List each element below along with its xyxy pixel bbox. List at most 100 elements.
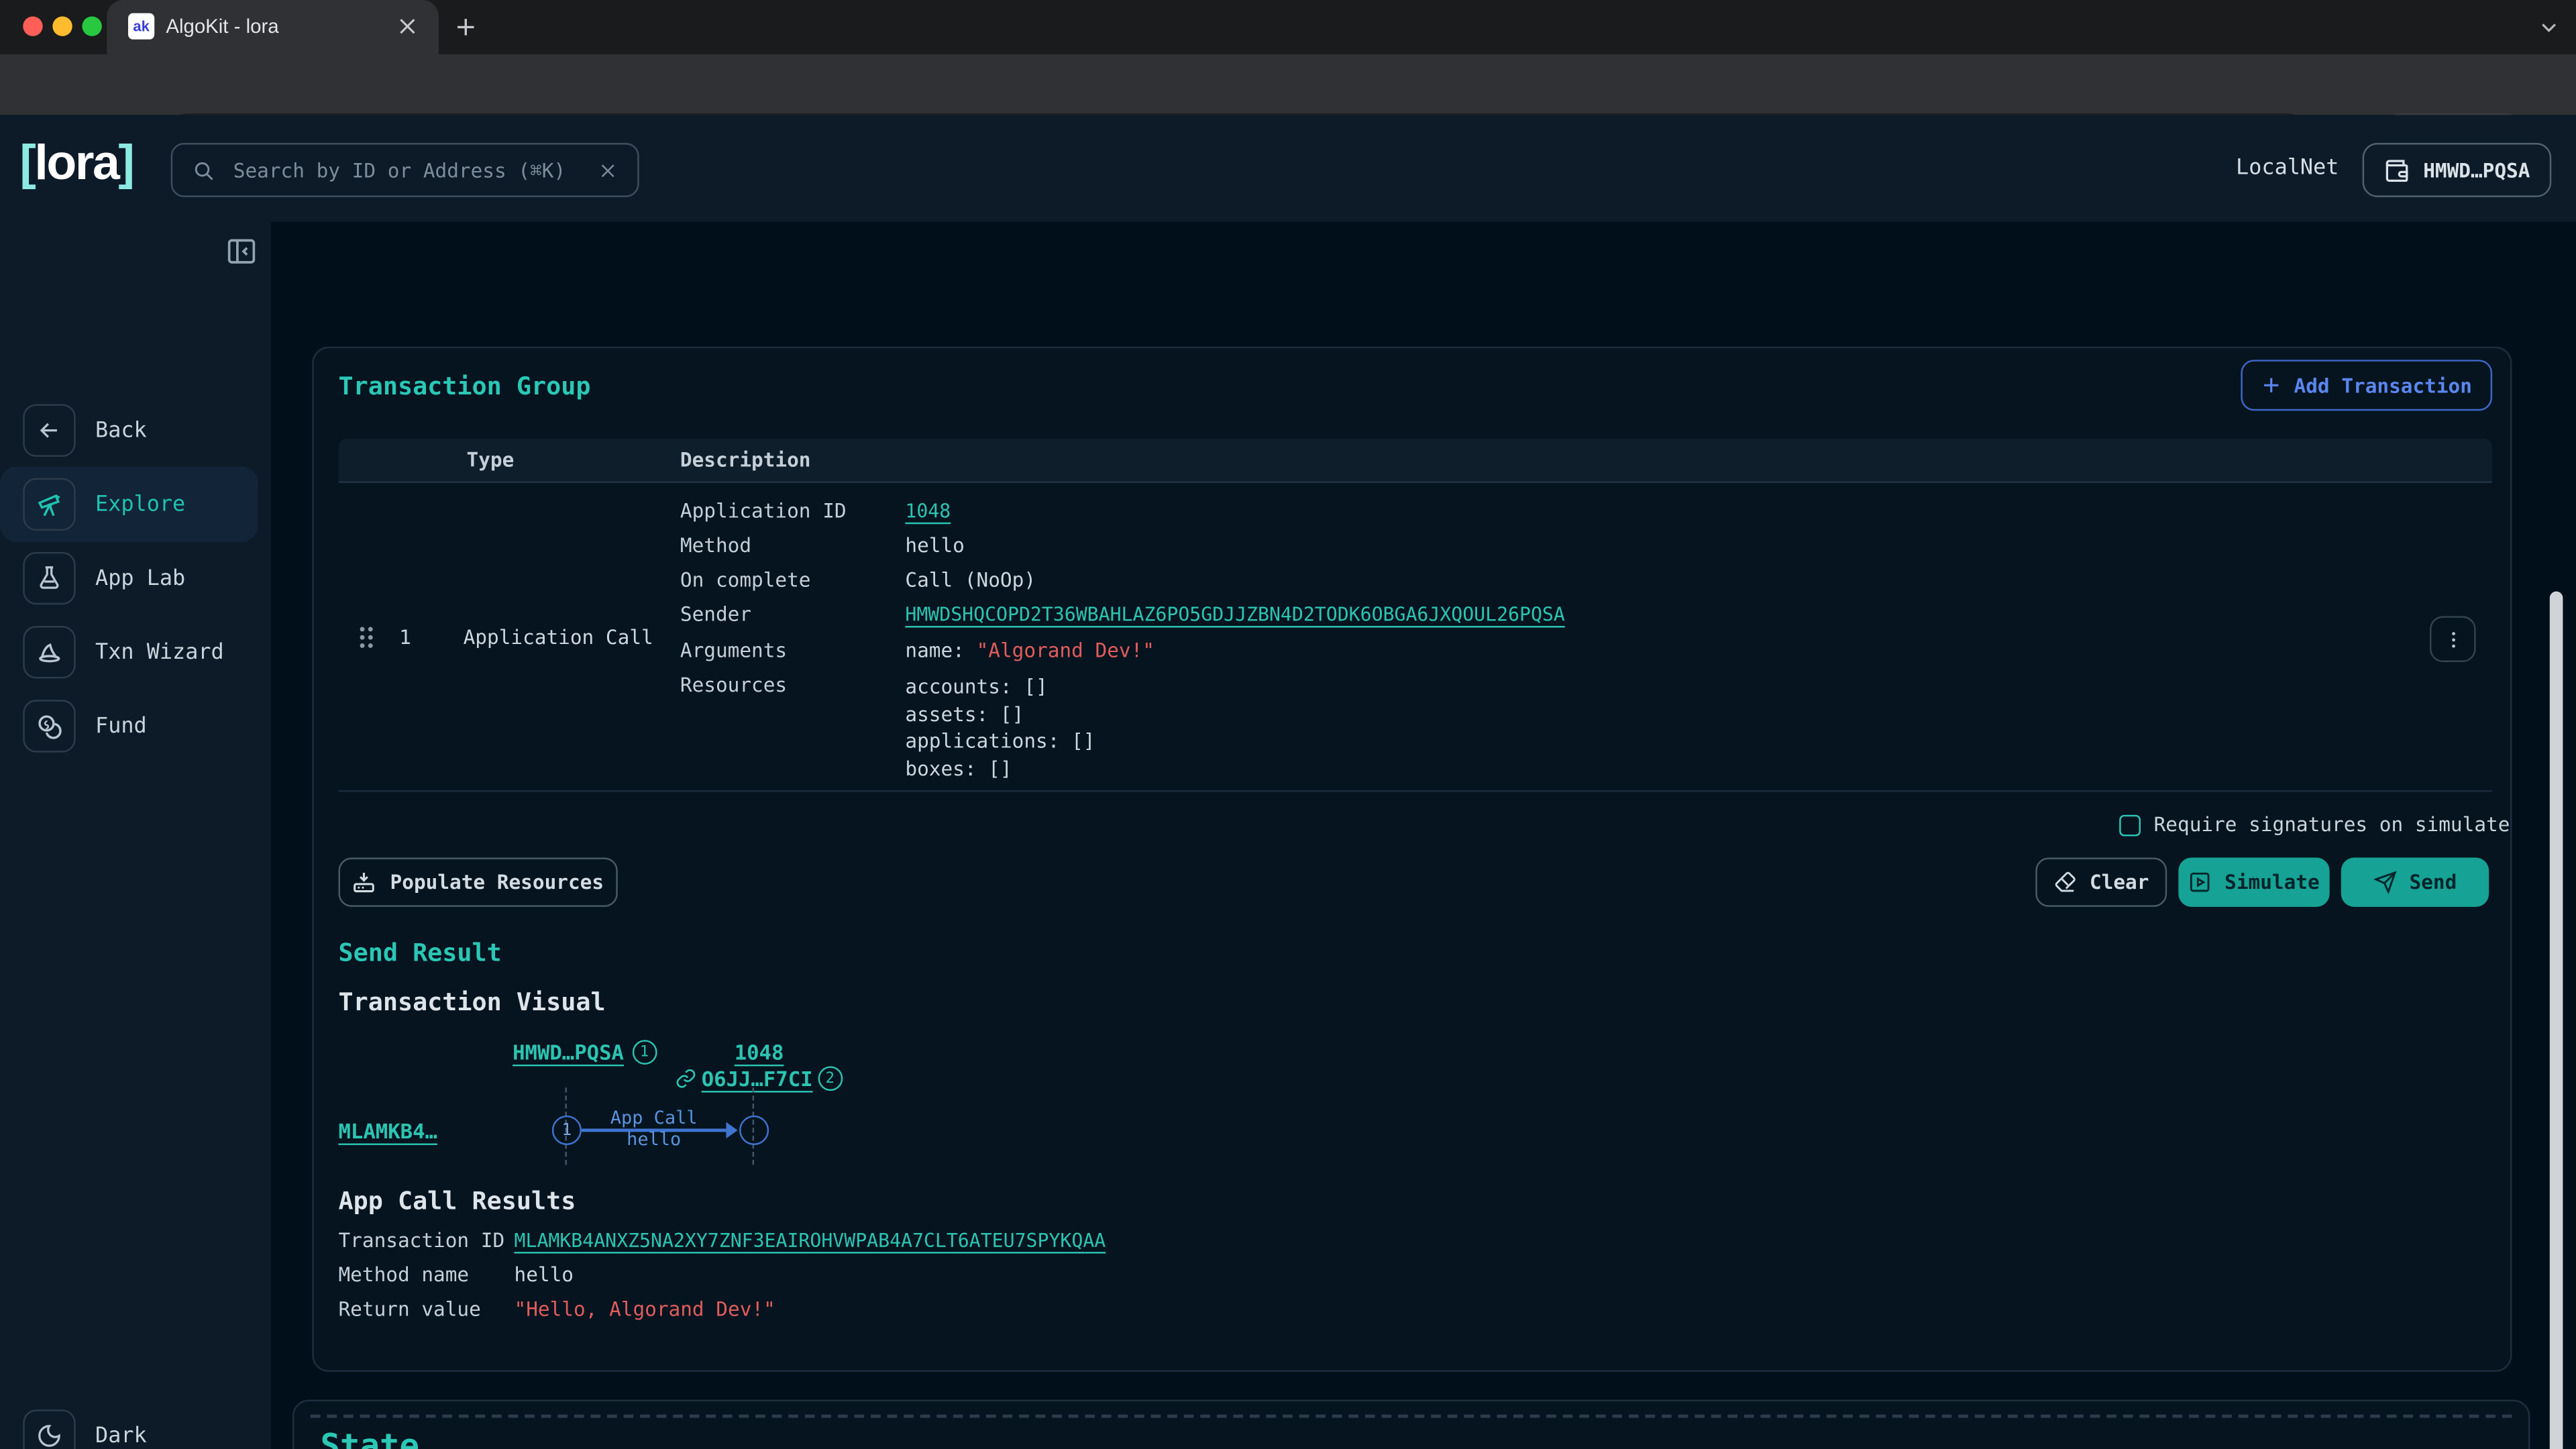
field-label: On complete bbox=[680, 568, 811, 591]
sidebar-item-label: Explore bbox=[95, 492, 185, 517]
field-label: Sender bbox=[680, 603, 751, 626]
sidebar-item-txn-wizard[interactable]: Txn Wizard bbox=[0, 614, 271, 690]
search-icon bbox=[193, 158, 215, 181]
flask-icon bbox=[23, 552, 75, 604]
search-box[interactable] bbox=[171, 143, 639, 197]
browser-tab[interactable]: ak AlgoKit - lora bbox=[107, 0, 439, 54]
field-label: Resources bbox=[680, 674, 787, 696]
sidebar-item-label: Back bbox=[95, 418, 147, 443]
tab-close-icon[interactable] bbox=[396, 15, 419, 38]
field-label: Arguments bbox=[680, 639, 787, 662]
clear-button[interactable]: Clear bbox=[2035, 857, 2167, 906]
lora-logo[interactable]: [lora] bbox=[19, 136, 133, 192]
send-button[interactable]: Send bbox=[2341, 857, 2489, 906]
wallet-address: HMWD…PQSA bbox=[2423, 158, 2530, 181]
state-dashed-divider bbox=[311, 1415, 2512, 1418]
sidebar-item-explore[interactable]: Explore bbox=[0, 467, 258, 543]
window-zoom-button[interactable] bbox=[82, 16, 101, 36]
sidebar: Back Explore App Lab Txn Wizard bbox=[0, 222, 271, 1449]
page-scrollbar-thumb[interactable] bbox=[2550, 592, 2563, 1449]
require-signatures-checkbox[interactable] bbox=[2119, 814, 2141, 835]
result-transaction-id-link[interactable]: MLAMKB4ANXZ5NA2XY7ZNF3EAIROHVWPAB4A7CLT6… bbox=[515, 1229, 1106, 1252]
search-clear-icon[interactable] bbox=[598, 160, 617, 180]
result-label: Return value bbox=[338, 1298, 480, 1321]
row-type: Application Call bbox=[464, 626, 653, 649]
field-label: Method bbox=[680, 534, 751, 557]
column-header-type: Type bbox=[467, 449, 515, 472]
moon-icon bbox=[23, 1409, 75, 1449]
state-card: State Global Box Key Type Value bbox=[292, 1400, 2530, 1449]
add-transaction-button[interactable]: Add Transaction bbox=[2241, 360, 2492, 411]
sidebar-collapse-icon[interactable] bbox=[225, 235, 258, 268]
row-divider bbox=[338, 790, 2492, 792]
visual-from-account[interactable]: HMWD…PQSA 1 bbox=[513, 1040, 657, 1065]
row-index: 1 bbox=[399, 626, 411, 649]
table-header: Type Description bbox=[338, 439, 2492, 483]
send-result-title: Send Result bbox=[338, 938, 501, 967]
visual-group-link-row[interactable]: O6JJ…F7CI 2 bbox=[676, 1066, 843, 1091]
result-return-value: "Hello, Algorand Dev!" bbox=[515, 1298, 775, 1321]
titlebar: ak AlgoKit - lora bbox=[0, 0, 2576, 54]
resources-value: accounts: [] assets: [] applications: []… bbox=[905, 674, 1095, 782]
new-tab-button[interactable] bbox=[453, 15, 478, 40]
tab-title: AlgoKit - lora bbox=[166, 15, 278, 38]
eraser-icon bbox=[2053, 871, 2076, 894]
from-account-link[interactable]: HMWD…PQSA bbox=[513, 1040, 624, 1065]
result-label: Transaction ID bbox=[338, 1229, 504, 1252]
result-method-name: hello bbox=[515, 1263, 574, 1286]
group-txn-link[interactable]: O6JJ…F7CI bbox=[702, 1066, 813, 1091]
arrow-left-icon bbox=[23, 404, 75, 456]
window-close-button[interactable] bbox=[23, 16, 42, 36]
sender-address-link[interactable]: HMWDSHQCOPD2T36WBAHLAZ6PO5GDJJZBN4D2TODK… bbox=[905, 603, 1564, 626]
populate-resources-button[interactable]: Populate Resources bbox=[338, 857, 617, 906]
sidebar-item-fund[interactable]: Fund bbox=[0, 688, 271, 764]
state-title: State bbox=[321, 1426, 419, 1449]
app-content: [lora] LocalNet HMWD…PQSA bbox=[0, 115, 2576, 1449]
sidebar-item-label: Txn Wizard bbox=[95, 640, 224, 665]
require-signatures-row: Require signatures on simulate bbox=[2119, 813, 2510, 836]
result-label: Method name bbox=[338, 1263, 469, 1286]
visual-app-id-link[interactable]: 1048 bbox=[735, 1040, 784, 1065]
from-account-badge: 1 bbox=[632, 1040, 657, 1065]
tab-search-chevron-icon[interactable] bbox=[2538, 16, 2560, 38]
wallet-button[interactable]: HMWD…PQSA bbox=[2363, 143, 2552, 197]
column-header-description: Description bbox=[680, 449, 811, 472]
telescope-icon bbox=[23, 478, 75, 531]
arguments-value: name: "Algorand Dev!" bbox=[905, 639, 1155, 662]
field-label: Application ID bbox=[680, 499, 847, 522]
graph-target-node[interactable] bbox=[739, 1116, 769, 1145]
search-input[interactable] bbox=[230, 157, 584, 183]
sidebar-item-label: Dark bbox=[95, 1424, 147, 1448]
application-id-link[interactable]: 1048 bbox=[905, 499, 951, 522]
sidebar-item-back[interactable]: Back bbox=[0, 392, 271, 468]
visual-txn-row-link[interactable]: MLAMKB4… bbox=[338, 1119, 437, 1144]
app-call-results-title: App Call Results bbox=[338, 1186, 576, 1216]
sidebar-item-app-lab[interactable]: App Lab bbox=[0, 541, 271, 616]
require-signatures-label: Require signatures on simulate bbox=[2154, 813, 2510, 836]
viewport: ak AlgoKit - lora lora.algokit.io/localn bbox=[0, 0, 2576, 1449]
method-value: hello bbox=[905, 534, 964, 557]
row-menu-button[interactable] bbox=[2430, 616, 2476, 662]
graph-edge-label: App Call hello bbox=[568, 1108, 739, 1150]
populate-download-icon bbox=[352, 870, 377, 895]
transaction-visual-title: Transaction Visual bbox=[338, 987, 605, 1017]
send-plane-icon bbox=[2373, 871, 2396, 894]
graph-arrow-head bbox=[726, 1122, 737, 1138]
transaction-group-card: Transaction Group Add Transaction Type D… bbox=[312, 347, 2512, 1372]
network-label[interactable]: LocalNet bbox=[2236, 156, 2339, 181]
app-header: [lora] LocalNet HMWD…PQSA bbox=[0, 115, 2576, 221]
window-minimize-button[interactable] bbox=[52, 16, 72, 36]
sidebar-item-label: Fund bbox=[95, 714, 147, 739]
drag-handle-icon[interactable] bbox=[356, 625, 376, 651]
transaction-group-title: Transaction Group bbox=[338, 371, 590, 400]
on-complete-value: Call (NoOp) bbox=[905, 568, 1036, 591]
browser-window: ak AlgoKit - lora lora.algokit.io/localn bbox=[0, 0, 2576, 1449]
simulate-button[interactable]: Simulate bbox=[2178, 857, 2329, 906]
tab-favicon: ak bbox=[128, 13, 154, 40]
plus-icon bbox=[2261, 374, 2283, 396]
simulate-play-icon bbox=[2188, 871, 2211, 894]
coins-icon bbox=[23, 700, 75, 752]
sidebar-item-dark-mode[interactable]: Dark bbox=[0, 1398, 271, 1449]
graph-source-node[interactable]: 1 bbox=[552, 1116, 582, 1145]
sidebar-item-label: App Lab bbox=[95, 566, 185, 591]
